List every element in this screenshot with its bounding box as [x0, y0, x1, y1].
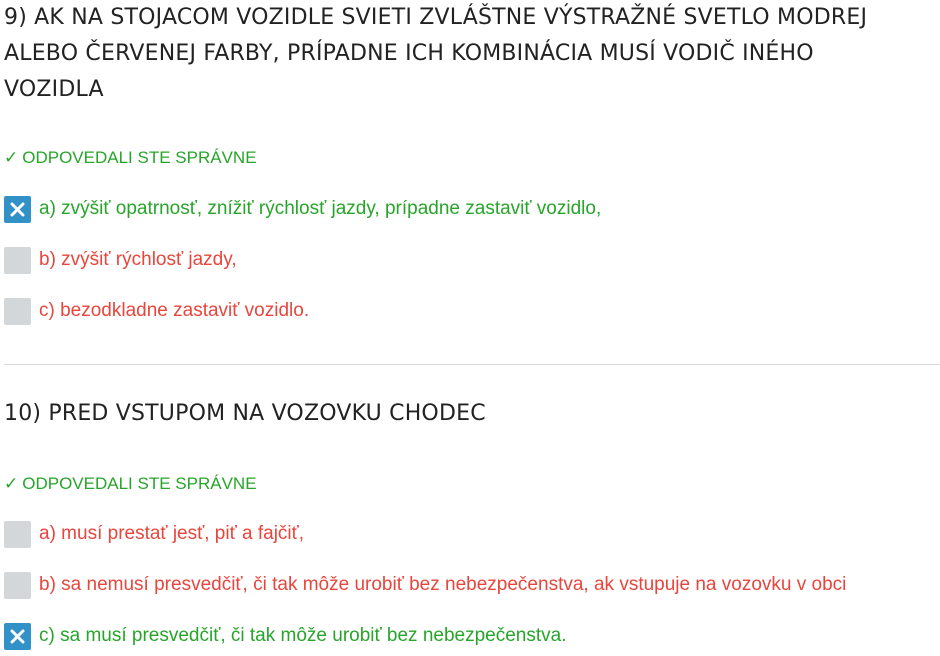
answer-option-a[interactable]: a) zvýšiť opatrnosť, znížiť rýchlosť jaz…	[4, 195, 601, 223]
check-icon: ✓	[4, 148, 19, 167]
checkbox[interactable]	[4, 297, 31, 325]
answer-label: b) sa nemusí presvedčiť, či tak môže uro…	[39, 574, 847, 595]
divider	[4, 364, 940, 365]
answer-label: a) zvýšiť opatrnosť, znížiť rýchlosť jaz…	[39, 198, 602, 219]
close-icon	[10, 629, 25, 643]
answer-option-b[interactable]: b) zvýšiť rýchlosť jazdy,	[4, 246, 237, 274]
check-icon: ✓	[4, 474, 19, 493]
checkbox[interactable]	[4, 246, 31, 274]
answer-label: a) musí prestať jesť, piť a fajčiť,	[39, 523, 305, 544]
close-icon	[10, 202, 25, 216]
checkbox[interactable]	[4, 520, 31, 548]
answer-option-c[interactable]: c) bezodkladne zastaviť vozidlo.	[4, 297, 309, 325]
answer-option-a[interactable]: a) musí prestať jesť, piť a fajčiť,	[4, 520, 304, 548]
answer-option-c[interactable]: c) sa musí presvedčiť, či tak môže urobi…	[4, 622, 567, 650]
answer-status: ✓ ODPOVEDALI STE SPRÁVNE	[4, 473, 257, 495]
answer-option-b[interactable]: b) sa nemusí presvedčiť, či tak môže uro…	[4, 571, 846, 599]
answer-label: c) bezodkladne zastaviť vozidlo.	[39, 300, 310, 321]
answer-status-label: ODPOVEDALI STE SPRÁVNE	[22, 148, 257, 167]
answer-status-label: ODPOVEDALI STE SPRÁVNE	[22, 474, 257, 493]
answer-label: c) sa musí presvedčiť, či tak môže urobi…	[39, 625, 567, 646]
answer-status: ✓ ODPOVEDALI STE SPRÁVNE	[4, 147, 257, 169]
checkbox[interactable]	[4, 571, 31, 599]
checkbox[interactable]	[4, 622, 31, 650]
question-title: 10) PRED VSTUPOM NA VOZOVKU CHODEC	[4, 401, 486, 426]
question-title: 9) AK NA STOJACOM VOZIDLE SVIETI ZVLÁŠTN…	[4, 5, 868, 102]
answer-label: b) zvýšiť rýchlosť jazdy,	[39, 249, 237, 270]
checkbox[interactable]	[4, 195, 31, 223]
